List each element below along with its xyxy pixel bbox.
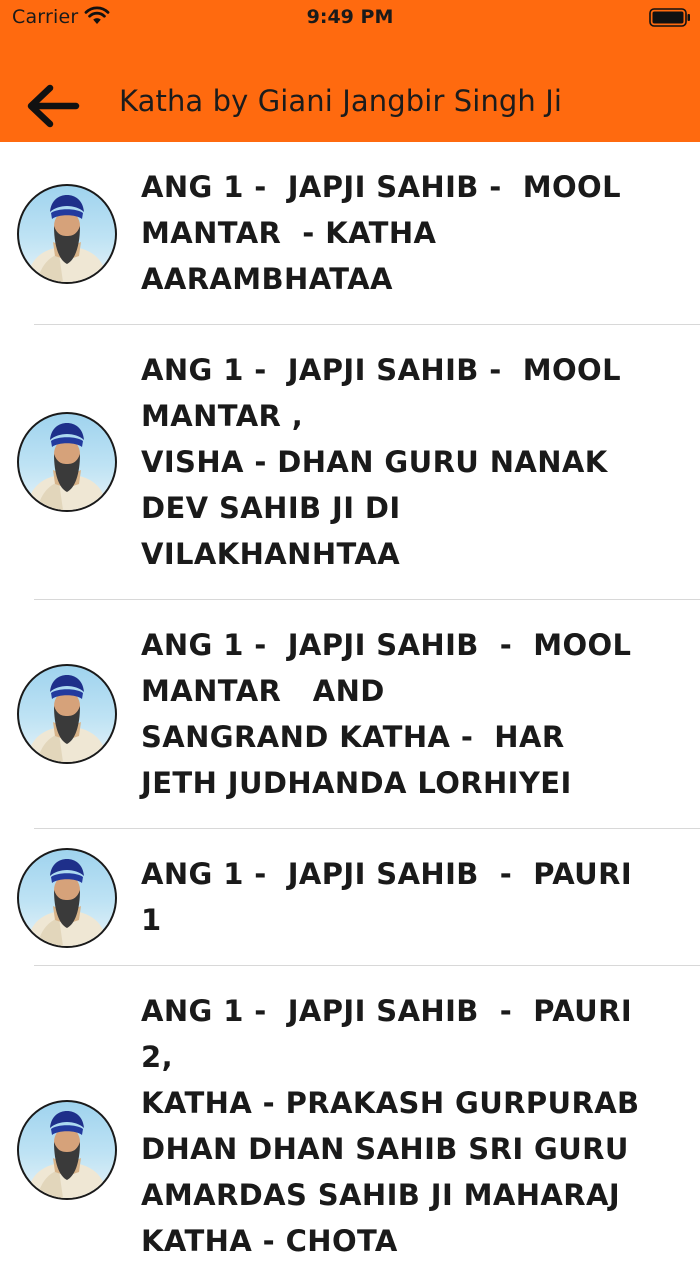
speaker-avatar xyxy=(17,1100,117,1200)
katha-list-item[interactable]: ANG 1 - JAPJI SAHIB - PAURI 1 xyxy=(0,829,700,966)
speaker-avatar xyxy=(17,664,117,764)
speaker-portrait-icon xyxy=(27,195,107,282)
speaker-avatar xyxy=(17,848,117,948)
katha-list: ANG 1 - JAPJI SAHIB - MOOL MANTAR - KATH… xyxy=(0,142,700,1286)
katha-title: ANG 1 - JAPJI SAHIB - PAURI 2, KATHA - P… xyxy=(141,994,640,1258)
status-time: 9:49 PM xyxy=(306,6,394,28)
katha-title: ANG 1 - JAPJI SAHIB - MOOL MANTAR , VISH… xyxy=(141,353,621,571)
navigation-bar: Katha by Giani Jangbir Singh Ji xyxy=(0,62,700,142)
speaker-avatar xyxy=(17,412,117,512)
katha-list-item[interactable]: ANG 1 - JAPJI SAHIB - MOOL MANTAR AND SA… xyxy=(0,600,700,829)
speaker-portrait-icon xyxy=(27,1111,107,1198)
speaker-portrait-icon xyxy=(27,859,107,946)
katha-title: ANG 1 - JAPJI SAHIB - PAURI 1 xyxy=(141,857,633,937)
katha-list-item[interactable]: ANG 1 - JAPJI SAHIB - MOOL MANTAR - KATH… xyxy=(0,142,700,325)
katha-list-item[interactable]: ANG 1 - JAPJI SAHIB - PAURI 2, KATHA - P… xyxy=(0,966,700,1286)
katha-list-item[interactable]: ANG 1 - JAPJI SAHIB - MOOL MANTAR , VISH… xyxy=(0,325,700,600)
katha-title: ANG 1 - JAPJI SAHIB - MOOL MANTAR AND SA… xyxy=(141,628,632,800)
back-button[interactable] xyxy=(16,76,88,136)
katha-title: ANG 1 - JAPJI SAHIB - MOOL MANTAR - KATH… xyxy=(141,170,621,296)
speaker-portrait-icon xyxy=(27,423,107,510)
battery-icon xyxy=(649,8,691,27)
app-header: Carrier 9:49 PM Katha by Giani Jangbir S… xyxy=(0,0,700,142)
status-bar: Carrier 9:49 PM xyxy=(0,0,700,36)
speaker-portrait-icon xyxy=(27,675,107,762)
speaker-avatar xyxy=(17,184,117,284)
page-title: Katha by Giani Jangbir Singh Ji xyxy=(119,84,563,118)
